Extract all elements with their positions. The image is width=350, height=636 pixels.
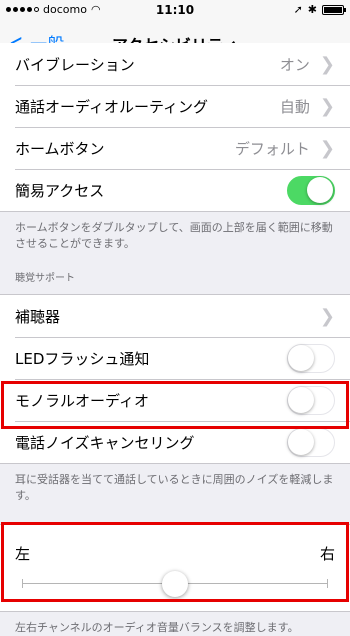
hearing-section-header: 聴覚サポート: [15, 273, 75, 284]
chevron-right-icon: ❯: [319, 305, 335, 327]
row-label: モノラルオーディオ: [15, 391, 149, 410]
row-label: ホームボタン: [15, 139, 105, 158]
row-vibration[interactable]: バイブレーション オン ❯: [0, 43, 350, 85]
general-group: バイブレーション オン ❯ 通話オーディオルーティング 自動 ❯ ホームボタン …: [0, 43, 350, 212]
chevron-right-icon: ❯: [319, 137, 335, 159]
balance-right-label: 右: [319, 545, 335, 563]
row-mono-audio: モノラルオーディオ: [0, 379, 350, 421]
battery-icon: [322, 4, 346, 15]
row-value: オン: [279, 55, 310, 74]
status-right: ➚ ✱: [293, 3, 346, 16]
row-label: 補聴器: [15, 307, 61, 326]
settings-list: バイブレーション オン ❯ 通話オーディオルーティング 自動 ❯ ホームボタン …: [0, 43, 350, 636]
row-value: 自動: [279, 97, 310, 116]
row-label: 電話ノイズキャンセリング: [15, 433, 195, 452]
balance-slider[interactable]: [22, 571, 328, 597]
row-call-audio-routing[interactable]: 通話オーディオルーティング 自動 ❯: [0, 85, 350, 127]
chevron-right-icon: ❯: [319, 95, 335, 117]
slider-tick-right: [327, 579, 328, 588]
balance-group: 左 右: [0, 524, 350, 612]
led-flash-toggle[interactable]: [287, 343, 335, 373]
reachability-footer: ホームボタンをダブルタップして、画面の上部を届く範囲に移動させることができます。: [15, 221, 333, 250]
slider-thumb[interactable]: [162, 571, 188, 597]
row-reachability: 簡易アクセス: [0, 169, 350, 211]
noise-footer: 耳に受話器を当てて通話しているときに周囲のノイズを軽減します。: [15, 473, 334, 502]
location-icon: ➚: [293, 3, 303, 16]
row-home-button[interactable]: ホームボタン デフォルト ❯: [0, 127, 350, 169]
audio-balance-control: 左 右: [0, 525, 350, 611]
row-label: LEDフラッシュ通知: [15, 349, 150, 368]
row-noise-cancellation: 電話ノイズキャンセリング: [0, 421, 350, 463]
noise-cancellation-toggle[interactable]: [287, 427, 335, 457]
chevron-right-icon: ❯: [319, 53, 335, 75]
balance-left-label: 左: [15, 545, 31, 563]
row-hearing-aids[interactable]: 補聴器 ❯: [0, 295, 350, 337]
row-value: デフォルト: [234, 139, 310, 158]
row-label: 簡易アクセス: [15, 181, 105, 200]
row-led-flash: LEDフラッシュ通知: [0, 337, 350, 379]
row-label: バイブレーション: [15, 55, 135, 74]
bluetooth-icon: ✱: [307, 3, 317, 16]
row-label: 通話オーディオルーティング: [15, 97, 209, 116]
slider-tick-left: [22, 579, 23, 588]
hearing-group: 補聴器 ❯ LEDフラッシュ通知 モノラルオーディオ 電話ノイズキャンセリング: [0, 294, 350, 464]
reachability-toggle[interactable]: [287, 175, 335, 205]
status-bar: docomo ◠ 11:10 ➚ ✱: [0, 0, 350, 20]
balance-footer: 左右チャンネルのオーディオ音量バランスを調整します。: [15, 621, 299, 634]
mono-audio-toggle[interactable]: [287, 385, 335, 415]
